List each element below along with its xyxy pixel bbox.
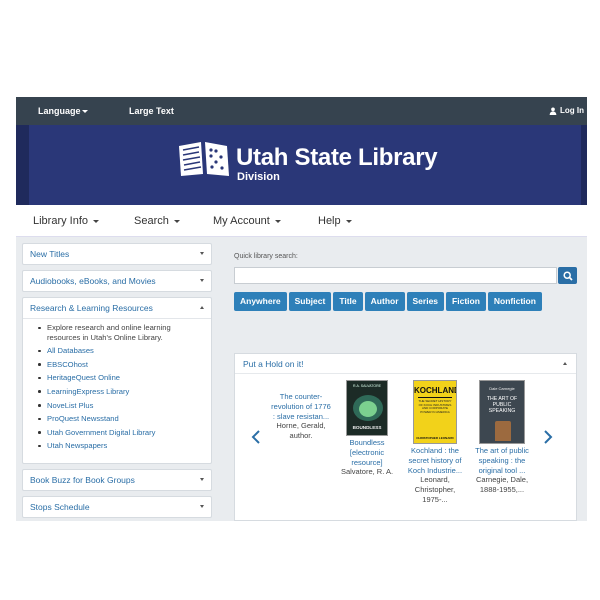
cover-subtitle: THE SECRET HISTORY OF KOCH INDUSTRIES AN… bbox=[418, 399, 452, 414]
search-icon bbox=[562, 270, 573, 281]
list-item[interactable]: NoveList Plus bbox=[37, 401, 205, 411]
caret-down-icon bbox=[200, 279, 204, 282]
large-text-link[interactable]: Large Text bbox=[129, 106, 174, 116]
search-button[interactable] bbox=[558, 267, 577, 284]
nav-help[interactable]: Help bbox=[318, 215, 352, 227]
site-logo[interactable]: Utah State Library bbox=[176, 138, 438, 178]
panel-title: Stops Schedule bbox=[30, 501, 90, 512]
filter-nonfiction-button[interactable]: Nonfiction bbox=[487, 292, 542, 311]
chevron-right-icon[interactable] bbox=[543, 430, 553, 444]
book-cover[interactable]: R.A. SALVATORE BOUNDLESS bbox=[346, 380, 388, 436]
hold-panel: Put a Hold on it! The counter-revolution… bbox=[234, 353, 577, 521]
nav-search[interactable]: Search bbox=[134, 215, 180, 227]
nav-label: Search bbox=[134, 215, 169, 227]
panel-research: Research & Learning Resources Explore re… bbox=[22, 297, 212, 464]
language-dropdown[interactable]: Language bbox=[38, 106, 88, 116]
list-item: Explore research and online learning res… bbox=[37, 323, 205, 342]
filter-fiction-button[interactable]: Fiction bbox=[446, 292, 486, 311]
caret-up-icon bbox=[200, 306, 204, 309]
book-title[interactable]: The art of public speaking : the origina… bbox=[471, 446, 533, 475]
page-frame: Language Large Text Log In Utah State Li… bbox=[16, 97, 587, 521]
cover-title: BOUNDLESS bbox=[352, 425, 382, 430]
chevron-down-icon bbox=[81, 110, 88, 114]
book-title[interactable]: Kochland : the secret history of Koch In… bbox=[405, 446, 465, 475]
book-logo-icon bbox=[179, 142, 229, 176]
hold-title: Put a Hold on it! bbox=[243, 359, 304, 369]
filter-anywhere-button[interactable]: Anywhere bbox=[234, 292, 287, 311]
chevron-down-icon bbox=[173, 219, 180, 223]
filter-title-button[interactable]: Title bbox=[333, 292, 363, 311]
book-item[interactable]: R.A. SALVATORE BOUNDLESS Boundless [elec… bbox=[339, 380, 395, 477]
book-author: Carnegie, Dale, 1888-1955,... bbox=[475, 475, 529, 495]
cover-title: THE ART OF PUBLIC SPEAKING bbox=[486, 396, 518, 414]
book-author: Horne, Gerald, author. bbox=[276, 421, 326, 441]
panel-title: Audiobooks, eBooks, and Movies bbox=[30, 276, 156, 286]
nav-my-account[interactable]: My Account bbox=[213, 215, 281, 227]
sidebar: New Titles Audiobooks, eBooks, and Movie… bbox=[22, 243, 212, 521]
chevron-down-icon bbox=[345, 219, 352, 223]
main-nav: Library Info Search My Account Help bbox=[16, 205, 587, 237]
chevron-down-icon bbox=[93, 219, 100, 223]
logo-subtitle: Division bbox=[237, 171, 280, 183]
book-cover[interactable]: KOCHLAND THE SECRET HISTORY OF KOCH INDU… bbox=[413, 380, 457, 444]
caret-up-icon bbox=[563, 362, 567, 365]
cover-author: CHRISTOPHER LEONARD bbox=[416, 435, 454, 440]
search-row bbox=[234, 267, 577, 284]
panel-audiobooks: Audiobooks, eBooks, and Movies bbox=[22, 270, 212, 292]
filter-series-button[interactable]: Series bbox=[406, 292, 445, 311]
search-filters: Anywhere Subject Title Author Series Fic… bbox=[234, 292, 542, 311]
panel-stops-schedule: Stops Schedule bbox=[22, 495, 212, 518]
panel-title: New Titles bbox=[30, 249, 70, 259]
list-item[interactable]: Utah Newspapers bbox=[37, 441, 205, 451]
book-title[interactable]: The counter-revolution of 1776 : slave r… bbox=[271, 392, 331, 421]
panel-title: Research & Learning Resources bbox=[30, 303, 153, 313]
chevron-left-icon[interactable] bbox=[251, 430, 261, 444]
cover-title: KOCHLAND bbox=[414, 386, 457, 395]
top-bar: Language Large Text Log In bbox=[16, 97, 587, 125]
research-list: Explore research and online learning res… bbox=[23, 318, 211, 463]
list-item[interactable]: Utah Government Digital Library bbox=[37, 428, 205, 438]
panel-book-buzz: Book Buzz for Book Groups bbox=[22, 468, 212, 491]
panel-new-titles: New Titles bbox=[22, 243, 212, 265]
filter-author-button[interactable]: Author bbox=[364, 292, 405, 311]
list-item[interactable]: All Databases bbox=[37, 346, 205, 356]
search-input[interactable] bbox=[234, 267, 557, 284]
nav-label: Library Info bbox=[33, 215, 89, 227]
panel-header[interactable]: Research & Learning Resources bbox=[23, 298, 211, 318]
user-icon bbox=[549, 107, 557, 115]
chevron-down-icon bbox=[274, 219, 281, 223]
caret-down-icon bbox=[200, 477, 204, 481]
hold-panel-header[interactable]: Put a Hold on it! bbox=[235, 354, 576, 374]
nav-label: Help bbox=[318, 215, 341, 227]
book-item[interactable]: The counter-revolution of 1776 : slave r… bbox=[271, 392, 331, 441]
panel-header[interactable]: Book Buzz for Book Groups bbox=[23, 470, 211, 490]
panel-title: Book Buzz for Book Groups bbox=[30, 474, 135, 485]
panel-header[interactable]: Stops Schedule bbox=[23, 497, 211, 517]
caret-down-icon bbox=[200, 504, 204, 508]
nav-library-info[interactable]: Library Info bbox=[33, 215, 100, 227]
book-author: Salvatore, R. A. bbox=[340, 467, 394, 477]
book-item[interactable]: Dale Carnegie THE ART OF PUBLIC SPEAKING… bbox=[471, 380, 533, 495]
book-cover[interactable]: Dale Carnegie THE ART OF PUBLIC SPEAKING bbox=[479, 380, 525, 444]
panel-header[interactable]: Audiobooks, eBooks, and Movies bbox=[23, 271, 211, 291]
cover-author: R.A. SALVATORE bbox=[353, 384, 381, 388]
list-item[interactable]: LearningExpress Library bbox=[37, 387, 205, 397]
search-label: Quick library search: bbox=[234, 253, 298, 260]
list-item[interactable]: EBSCOhost bbox=[37, 360, 205, 370]
list-item[interactable]: HeritageQuest Online bbox=[37, 373, 205, 383]
cover-author: Dale Carnegie bbox=[489, 386, 515, 391]
language-label: Language bbox=[38, 106, 81, 116]
filter-subject-button[interactable]: Subject bbox=[288, 292, 332, 311]
nav-label: My Account bbox=[213, 215, 270, 227]
logo-title: Utah State Library bbox=[236, 144, 438, 171]
caret-down-icon bbox=[200, 252, 204, 255]
book-item[interactable]: KOCHLAND THE SECRET HISTORY OF KOCH INDU… bbox=[405, 380, 465, 505]
site-banner: Utah State Library Division bbox=[16, 125, 587, 205]
login-label: Log In bbox=[560, 106, 584, 115]
login-link[interactable]: Log In bbox=[549, 106, 584, 115]
list-item[interactable]: ProQuest Newsstand bbox=[37, 414, 205, 424]
book-author: Leonard, Christopher, 1975-... bbox=[414, 475, 456, 504]
panel-header[interactable]: New Titles bbox=[23, 244, 211, 264]
book-title[interactable]: Boundless [electronic resource] bbox=[339, 438, 395, 467]
